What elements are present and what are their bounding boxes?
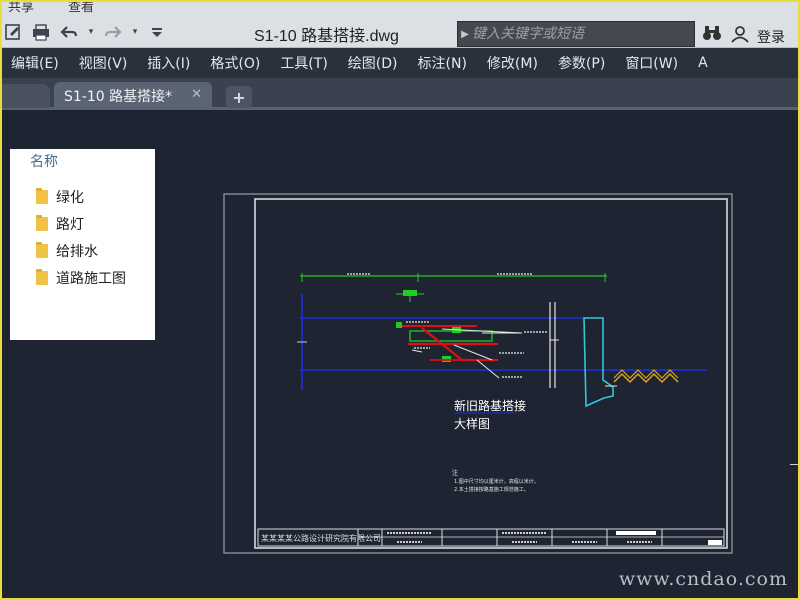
sheet-inner-border [254, 198, 728, 549]
sheet-outer-border [223, 193, 733, 554]
geogrid-layer [409, 330, 493, 342]
folder-label: 路灯 [56, 217, 84, 233]
note-heading: 注 [452, 469, 458, 477]
ground-hatch [613, 369, 679, 379]
leader-line [411, 349, 423, 353]
title-block-fill [616, 531, 656, 535]
folder-icon [36, 215, 48, 231]
retaining-wall [583, 317, 614, 408]
note-line2: 2.本土搭接按路基施工规范施工。 [454, 486, 529, 493]
note-line1: 1.图中尺寸均以厘米计，高程以米计。 [454, 478, 539, 485]
folder-item[interactable]: 绿化 [36, 187, 84, 207]
watermark-text: www.cndao.com [618, 568, 788, 590]
title-block-fill [708, 540, 722, 545]
folder-item[interactable]: 给排水 [36, 241, 98, 261]
green-marker [396, 322, 402, 328]
panel-header-name[interactable]: 名称 [30, 151, 58, 171]
folder-label: 绿化 [56, 190, 84, 206]
folder-icon [36, 188, 48, 204]
folder-item[interactable]: 道路施工图 [36, 268, 126, 288]
folder-icon [36, 269, 48, 285]
crosshair-mark [790, 464, 798, 465]
file-browser-panel: 名称 绿化 路灯 给排水 道路施工图 [10, 149, 155, 340]
folder-icon [36, 242, 48, 258]
caption-line2: 大样图 [454, 416, 490, 431]
folder-label: 道路施工图 [56, 271, 126, 287]
leader-line [476, 359, 500, 379]
cad-application-window: 共享 查看 ▾ ▾ S1-10 路基搭接.dwg ▶ 键入关键字或短语 登录 编… [2, 2, 798, 598]
folder-label: 给排水 [56, 244, 98, 260]
titleblock-company: 某某某某公路设计研究院有限公司 [261, 533, 381, 543]
green-marker [442, 356, 451, 362]
folder-item[interactable]: 路灯 [36, 214, 84, 234]
caption-line1: 新旧路基搭接 [454, 398, 526, 413]
